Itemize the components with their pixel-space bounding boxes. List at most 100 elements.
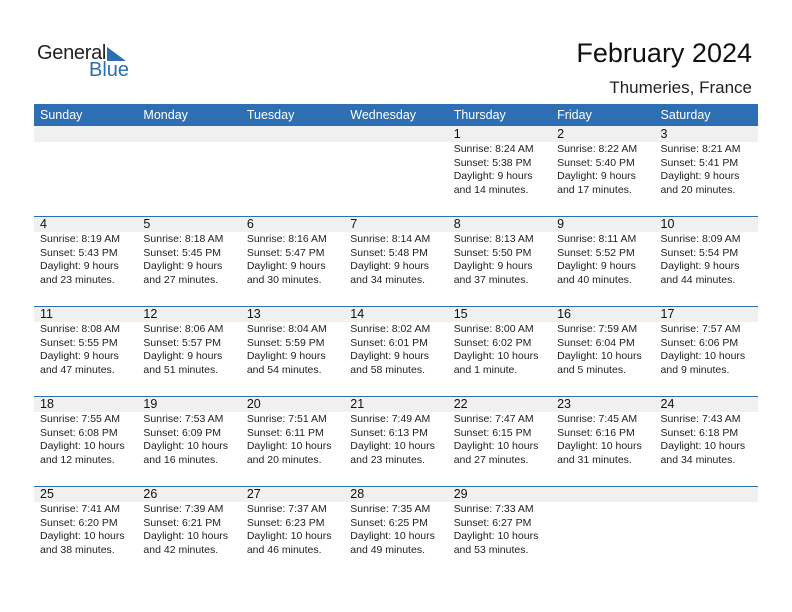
daylight-duration: and 30 minutes. bbox=[246, 273, 322, 286]
day-number: 5 bbox=[143, 217, 151, 231]
week-row: 4 Sunrise: 8:19 AM Sunset: 5:43 PM Daylight… bbox=[34, 216, 758, 306]
daylight-duration: Daylight: 9 hours bbox=[350, 260, 430, 272]
daylight-duration: Daylight: 10 hours bbox=[40, 530, 125, 542]
weekday-header-row: Sunday Monday Tuesday Wednesday Thursday… bbox=[34, 104, 758, 126]
sunset-time: Sunset: 5:52 PM bbox=[557, 246, 635, 259]
daylight-duration: and 17 minutes. bbox=[557, 183, 632, 196]
day-cell: 22 Sunrise: 7:47 AM Sunset: 6:15 PM Dayligh… bbox=[448, 396, 551, 467]
sunset-time: Sunset: 5:55 PM bbox=[40, 336, 118, 349]
calendar-grid: Sunday Monday Tuesday Wednesday Thursday… bbox=[34, 104, 758, 576]
day-number: 7 bbox=[350, 217, 358, 231]
daylight-duration: and 27 minutes. bbox=[453, 453, 529, 466]
empty-day-cell bbox=[241, 126, 344, 197]
daylight-duration: Daylight: 10 hours bbox=[143, 530, 229, 542]
day-cell: 12 Sunrise: 8:06 AM Sunset: 5:57 PM Dayligh… bbox=[137, 306, 240, 377]
sunrise-time: Sunrise: 8:16 AM bbox=[246, 233, 327, 245]
day-cell: 1 Sunrise: 8:24 AM Sunset: 5:38 PM Daylight… bbox=[448, 126, 551, 197]
daylight-duration: Daylight: 10 hours bbox=[350, 440, 435, 452]
week-row: 1 Sunrise: 8:24 AM Sunset: 5:38 PM Daylight… bbox=[34, 126, 758, 216]
daylight-duration: Daylight: 10 hours bbox=[660, 350, 746, 362]
weekday-thursday: Thursday bbox=[453, 108, 506, 122]
day-sun-info: Sunrise: 7:45 AM Sunset: 6:16 PM Daylight:… bbox=[557, 413, 654, 467]
empty-day-cell bbox=[34, 126, 137, 197]
day-sun-info: Sunrise: 7:33 AM Sunset: 6:27 PM Daylight:… bbox=[454, 503, 551, 557]
calendar-title: February 2024 bbox=[576, 38, 752, 68]
empty-day-cell bbox=[344, 126, 447, 197]
sunset-time: Sunset: 5:48 PM bbox=[350, 246, 428, 259]
day-cell: 21 Sunrise: 7:49 AM Sunset: 6:13 PM Dayligh… bbox=[344, 396, 447, 467]
day-cell: 11 Sunrise: 8:08 AM Sunset: 5:55 PM Dayligh… bbox=[34, 306, 137, 377]
day-sun-info: Sunrise: 7:49 AM Sunset: 6:13 PM Daylight:… bbox=[350, 413, 447, 467]
day-number: 11 bbox=[40, 307, 53, 321]
daylight-duration: and 31 minutes. bbox=[557, 453, 632, 466]
sunset-time: Sunset: 6:08 PM bbox=[40, 426, 118, 439]
day-cell: 25 Sunrise: 7:41 AM Sunset: 6:20 PM Dayligh… bbox=[34, 486, 137, 557]
sunset-time: Sunset: 5:45 PM bbox=[143, 246, 222, 259]
daylight-duration: and 34 minutes. bbox=[660, 453, 736, 466]
day-number: 28 bbox=[350, 487, 365, 501]
day-number: 20 bbox=[246, 397, 261, 411]
day-number: 12 bbox=[143, 307, 158, 321]
daylight-duration: Daylight: 9 hours bbox=[143, 350, 223, 362]
empty-day-cell bbox=[551, 486, 654, 557]
week-row: 11 Sunrise: 8:08 AM Sunset: 5:55 PM Dayligh… bbox=[34, 306, 758, 396]
sunrise-time: Sunrise: 7:41 AM bbox=[40, 503, 120, 515]
day-number: 14 bbox=[350, 307, 365, 321]
day-sun-info: Sunrise: 8:21 AM Sunset: 5:41 PM Daylight:… bbox=[661, 143, 758, 197]
daylight-duration: Daylight: 9 hours bbox=[660, 260, 740, 272]
daylight-duration: and 12 minutes. bbox=[40, 453, 115, 466]
sunset-time: Sunset: 6:02 PM bbox=[453, 336, 532, 349]
daylight-duration: and 47 minutes. bbox=[40, 363, 115, 376]
daylight-duration: and 49 minutes. bbox=[350, 543, 425, 556]
sunrise-time: Sunrise: 7:53 AM bbox=[143, 413, 224, 425]
day-sun-info: Sunrise: 8:16 AM Sunset: 5:47 PM Daylight:… bbox=[247, 233, 344, 287]
day-sun-info: Sunrise: 8:22 AM Sunset: 5:40 PM Daylight:… bbox=[557, 143, 654, 197]
day-sun-info: Sunrise: 8:13 AM Sunset: 5:50 PM Daylight:… bbox=[454, 233, 551, 287]
day-cell: 28 Sunrise: 7:35 AM Sunset: 6:25 PM Dayligh… bbox=[344, 486, 447, 557]
empty-day-cell bbox=[655, 486, 758, 557]
day-cell: 16 Sunrise: 7:59 AM Sunset: 6:04 PM Dayligh… bbox=[551, 306, 654, 377]
daylight-duration: and 23 minutes. bbox=[40, 273, 115, 286]
day-sun-info: Sunrise: 7:37 AM Sunset: 6:23 PM Daylight:… bbox=[247, 503, 344, 557]
daylight-duration: Daylight: 9 hours bbox=[557, 170, 636, 182]
day-number: 13 bbox=[246, 307, 261, 321]
day-number: 29 bbox=[453, 487, 468, 501]
day-number: 9 bbox=[557, 217, 565, 231]
day-cell: 10 Sunrise: 8:09 AM Sunset: 5:54 PM Dayligh… bbox=[655, 216, 758, 287]
day-sun-info: Sunrise: 8:06 AM Sunset: 5:57 PM Daylight:… bbox=[143, 323, 240, 377]
day-cell: 26 Sunrise: 7:39 AM Sunset: 6:21 PM Dayligh… bbox=[137, 486, 240, 557]
daylight-duration: Daylight: 9 hours bbox=[350, 350, 430, 362]
sunset-time: Sunset: 5:41 PM bbox=[660, 156, 739, 169]
daylight-duration: and 44 minutes. bbox=[660, 273, 736, 286]
day-sun-info: Sunrise: 8:18 AM Sunset: 5:45 PM Daylight:… bbox=[143, 233, 240, 287]
daylight-duration: and 53 minutes. bbox=[453, 543, 529, 556]
daylight-duration: Daylight: 9 hours bbox=[40, 260, 119, 272]
daylight-duration: and 1 minute. bbox=[453, 363, 518, 376]
day-cell: 7 Sunrise: 8:14 AM Sunset: 5:48 PM Daylight… bbox=[344, 216, 447, 287]
sunrise-time: Sunrise: 7:47 AM bbox=[453, 413, 534, 425]
daylight-duration: Daylight: 10 hours bbox=[246, 440, 332, 452]
sunset-time: Sunset: 5:57 PM bbox=[143, 336, 222, 349]
generalblue-logo: General Blue bbox=[37, 42, 137, 82]
empty-day-cell bbox=[137, 126, 240, 197]
day-sun-info: Sunrise: 7:57 AM Sunset: 6:06 PM Daylight:… bbox=[661, 323, 758, 377]
day-cell: 5 Sunrise: 8:18 AM Sunset: 5:45 PM Daylight… bbox=[137, 216, 240, 287]
sunrise-time: Sunrise: 7:33 AM bbox=[453, 503, 534, 515]
sunrise-time: Sunrise: 8:22 AM bbox=[557, 143, 638, 155]
sunrise-time: Sunrise: 8:13 AM bbox=[453, 233, 534, 245]
day-cell: 3 Sunrise: 8:21 AM Sunset: 5:41 PM Daylight… bbox=[655, 126, 758, 197]
sunset-time: Sunset: 5:38 PM bbox=[453, 156, 532, 169]
sunrise-time: Sunrise: 7:43 AM bbox=[660, 413, 741, 425]
day-cell: 2 Sunrise: 8:22 AM Sunset: 5:40 PM Daylight… bbox=[551, 126, 654, 197]
daylight-duration: and 16 minutes. bbox=[143, 453, 219, 466]
sunrise-time: Sunrise: 8:11 AM bbox=[557, 233, 637, 245]
day-number: 16 bbox=[557, 307, 572, 321]
day-number: 4 bbox=[40, 217, 47, 231]
sunset-time: Sunset: 6:09 PM bbox=[143, 426, 222, 439]
sunset-time: Sunset: 5:40 PM bbox=[557, 156, 635, 169]
sunrise-time: Sunrise: 7:39 AM bbox=[143, 503, 224, 515]
daylight-duration: and 51 minutes. bbox=[143, 363, 219, 376]
daylight-duration: and 54 minutes. bbox=[246, 363, 322, 376]
daylight-duration: Daylight: 9 hours bbox=[143, 260, 223, 272]
day-number: 18 bbox=[40, 397, 54, 411]
